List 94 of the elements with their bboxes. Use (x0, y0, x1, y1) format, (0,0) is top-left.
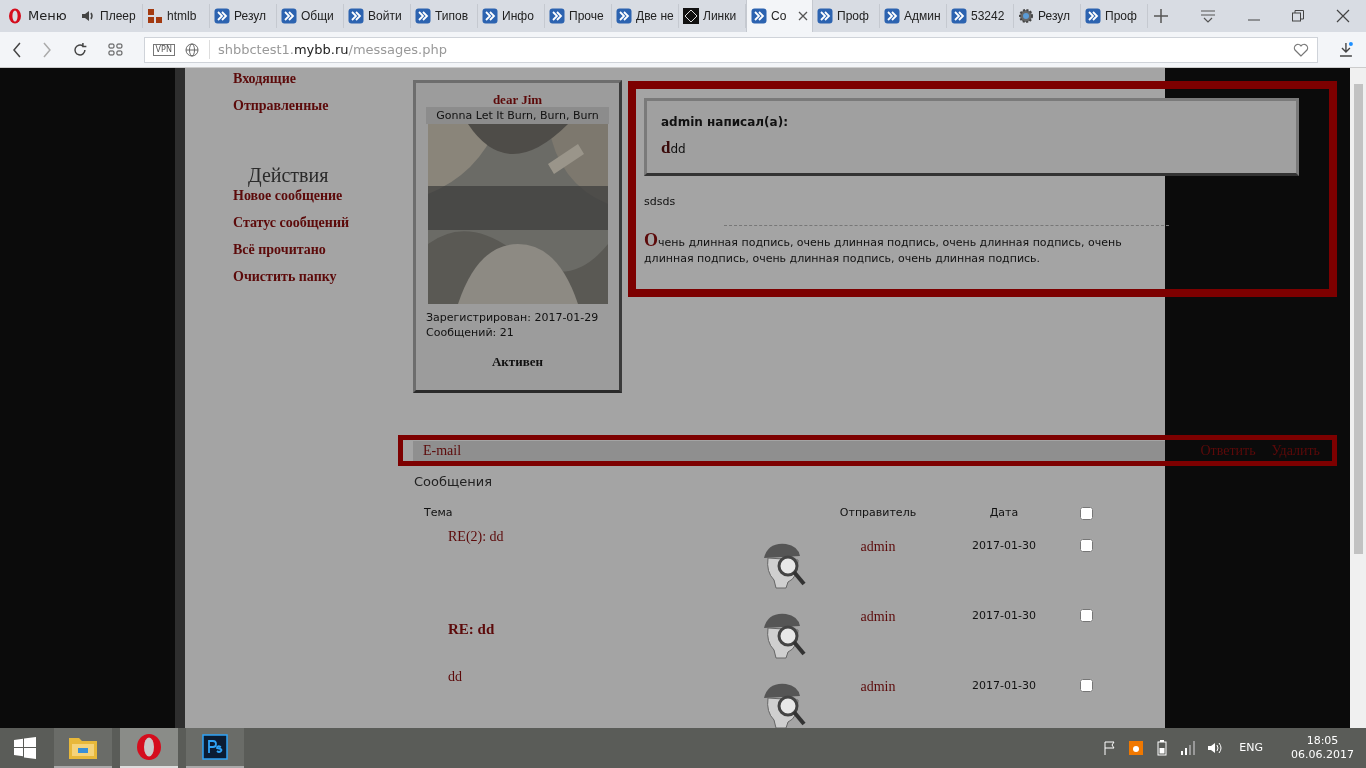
column-header: Тема (424, 505, 454, 522)
action-link[interactable]: Всё прочитано (233, 242, 326, 269)
row-checkbox[interactable] (1080, 678, 1093, 692)
browser-tab[interactable]: Админ (880, 4, 947, 28)
speaker-icon (80, 8, 96, 24)
scrollbar[interactable] (1350, 68, 1366, 728)
browser-tab[interactable]: Резул (210, 4, 277, 28)
forum-icon (751, 8, 767, 24)
new-tab-icon[interactable] (1154, 9, 1168, 23)
sender-link[interactable]: admin (804, 605, 952, 627)
forum-icon (281, 8, 297, 24)
browser-tab[interactable]: Проф (813, 4, 880, 28)
vpn-badge[interactable]: VPN (152, 43, 175, 56)
browser-tab[interactable]: Проф (1081, 4, 1148, 28)
taskbar-app[interactable] (54, 728, 112, 768)
language-indicator[interactable]: ENG (1239, 739, 1263, 757)
date-cell-text: 2017-01-30 (971, 677, 1037, 694)
browser-tab[interactable]: Войти (344, 4, 411, 28)
browser-tab[interactable]: 53242 (947, 4, 1014, 28)
forum-icon (616, 8, 632, 24)
section-heading: Действия (248, 163, 329, 188)
notification-icon[interactable] (1129, 741, 1144, 755)
email-link[interactable]: E-mail (413, 440, 1165, 461)
download-icon[interactable] (1338, 41, 1354, 58)
date-cell-text: 2017-01-30 (971, 537, 1037, 554)
restore-icon[interactable] (1292, 10, 1304, 22)
browser-tab[interactable]: Резул (1014, 4, 1081, 28)
grid-icon[interactable] (107, 42, 124, 57)
column-header: Дата (988, 505, 1020, 522)
subject-link[interactable]: RE(2): dd (448, 525, 754, 547)
subject-link[interactable]: dd (448, 665, 754, 687)
post-count: Сообщений: 21 (426, 325, 514, 340)
blocks-icon (147, 8, 163, 24)
browser-tab[interactable]: Общи (277, 4, 344, 28)
forum-icon (951, 8, 967, 24)
url-text: shbbctest1.mybb.ru/messages.php (208, 39, 447, 60)
flag-icon[interactable] (1103, 741, 1118, 755)
date-cell-text: 2017-01-30 (971, 607, 1037, 624)
forum-icon (415, 8, 431, 24)
folder-link[interactable]: Отправленные (233, 95, 329, 122)
select-all-checkbox[interactable] (1080, 507, 1093, 520)
browser-tab[interactable]: Плеер (76, 4, 143, 28)
photoshop-icon (202, 734, 228, 760)
volume-icon[interactable] (1207, 741, 1224, 755)
action-link[interactable]: Статус сообщений (233, 215, 350, 242)
registration-date: Зарегистрирован: 2017-01-29 (426, 310, 599, 325)
sender-link[interactable]: admin (804, 535, 952, 557)
taskbar-app[interactable] (186, 728, 244, 768)
opera-icon (8, 8, 22, 24)
back-icon[interactable] (12, 41, 22, 58)
signal-icon[interactable] (1181, 741, 1196, 755)
clock[interactable]: 18:05 06.06.2017 (1291, 734, 1354, 762)
windows-icon (14, 737, 36, 759)
battery-icon[interactable] (1155, 740, 1170, 756)
menu-button[interactable]: Меню (0, 0, 76, 32)
row-checkbox[interactable] (1080, 608, 1093, 622)
quote-author: admin написал(а): (661, 114, 788, 131)
browser-tab[interactable]: Проче (545, 4, 612, 28)
column-header: Отправитель (838, 505, 918, 522)
globe-icon (184, 42, 199, 57)
folder-link[interactable]: Входящие (233, 68, 296, 95)
forum-icon (214, 8, 230, 24)
tab-menu-icon[interactable] (1200, 9, 1216, 23)
signature-text: Очень длинная подпись, очень длинная подпись, очень длинная подпись, очень длинная подпись, очень длинная подпись, очень длинная подпись. (644, 231, 1123, 267)
reload-icon[interactable] (71, 41, 88, 58)
username[interactable]: dear Jim (492, 93, 543, 107)
sender-link[interactable]: admin (804, 675, 952, 697)
activity-status: Активен (491, 353, 543, 371)
quote-text: ddd (661, 137, 686, 159)
close-icon[interactable] (798, 11, 808, 21)
browser-tab[interactable]: Две не (612, 4, 679, 28)
post-text: sdsds (644, 194, 676, 210)
forum-icon (884, 8, 900, 24)
gear-icon (1018, 8, 1034, 24)
heart-icon[interactable] (1293, 42, 1310, 57)
browser-tab[interactable]: Линки (679, 4, 746, 28)
forum-icon (482, 8, 498, 24)
browser-tab[interactable]: htmlb (143, 4, 210, 28)
address-field[interactable]: VPN shbbctest1.mybb.ru/messages.php (143, 36, 1319, 63)
close-icon[interactable] (1336, 9, 1350, 23)
section-title: Сообщения (414, 473, 492, 491)
forum-icon (1085, 8, 1101, 24)
browser-tab[interactable]: Типов (411, 4, 478, 28)
forum-icon (549, 8, 565, 24)
row-checkbox[interactable] (1080, 538, 1093, 552)
browser-tab[interactable]: Со (746, 0, 813, 32)
action-link[interactable]: Очистить папку (233, 269, 337, 296)
opera-icon (135, 733, 163, 761)
action-link[interactable]: Новое сообщение (233, 188, 343, 215)
browser-tab[interactable]: Инфо (478, 4, 545, 28)
subject-link[interactable]: RE: dd (448, 617, 754, 640)
diamond-icon (683, 8, 699, 24)
forum-icon (817, 8, 833, 24)
forum-icon (348, 8, 364, 24)
